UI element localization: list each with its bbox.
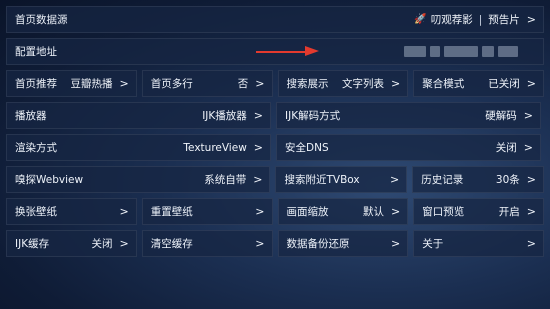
chevron-right-icon: > [119,205,129,218]
item-label: 画面缩放 [286,206,329,218]
item-label: 嗅探Webview [15,174,84,186]
item-value: 关闭 [495,142,517,154]
secure-dns-item[interactable]: 安全DNS 关闭 > [276,134,541,161]
item-label: 窗口预览 [422,206,465,218]
search-nearby-tvbox-item[interactable]: 搜索附近TVBox > [275,166,408,193]
item-value: 关闭 [91,238,113,250]
item-value: TextureView [183,141,247,154]
item-value: 文字列表 [342,78,385,90]
config-address-label: 配置地址 [15,46,57,58]
chevron-right-icon: > [255,237,265,250]
redacted-address-value [404,46,518,57]
item-label: 搜索附近TVBox [284,174,360,186]
item-label: 安全DNS [285,142,329,154]
item-value: 30条 [495,174,520,186]
data-backup-restore-item[interactable]: 数据备份还原 > [277,230,409,257]
chevron-right-icon: > [526,77,536,90]
chevron-right-icon: > [253,109,263,122]
item-label: 播放器 [15,110,47,122]
item-label: 关于 [422,238,444,250]
chevron-right-icon: > [390,173,400,186]
search-display-item[interactable]: 搜索展示 文字列表 > [277,70,409,97]
item-label: 数据备份还原 [286,238,350,250]
rocket-icon: 🚀 [414,14,427,25]
item-value: 开启 [498,206,520,218]
item-label: 首页多行 [150,78,193,90]
aggregate-mode-item[interactable]: 聚合模式 已关闭 > [413,70,544,97]
item-value: IJK播放器 [202,110,247,122]
window-preview-item[interactable]: 窗口预览 开启 > [413,198,544,225]
item-value: 默认 [363,206,385,218]
item-label: 渲染方式 [15,142,57,154]
item-label: IJK缓存 [15,238,50,250]
chevron-right-icon: > [119,237,129,250]
item-label: 清空缓存 [150,238,193,250]
annotation-arrow-icon [305,46,319,56]
home-data-source-value-b: 预告片 [488,14,520,26]
picture-scale-item[interactable]: 画面缩放 默认 > [277,198,409,225]
history-item[interactable]: 历史记录 30条 > [412,166,545,193]
home-data-source-label: 首页数据源 [15,14,68,26]
item-label: 换张壁纸 [15,206,57,218]
sniff-webview-item[interactable]: 嗅探Webview 系统自带 > [6,166,271,193]
home-multirow-item[interactable]: 首页多行 否 > [141,70,273,97]
item-label: 历史记录 [421,174,464,186]
chevron-right-icon: > [391,237,401,250]
chevron-right-icon: > [119,77,129,90]
ijk-cache-item[interactable]: IJK缓存 关闭 > [6,230,137,257]
chevron-right-icon: > [526,237,536,250]
chevron-right-icon: > [255,77,265,90]
chevron-right-icon: > [526,173,537,186]
item-label: 搜索展示 [286,78,329,90]
chevron-right-icon: > [523,141,533,154]
chevron-right-icon: > [253,141,263,154]
chevron-right-icon: > [253,173,263,186]
home-recommend-item[interactable]: 首页推荐 豆瓣热播 > [6,70,137,97]
item-value: 硬解码 [485,110,517,122]
home-data-source-value-a: 叨观荐影 [430,14,473,26]
value-separator: | [478,13,483,26]
reset-wallpaper-item[interactable]: 重置壁纸 > [141,198,273,225]
chevron-right-icon: > [255,205,265,218]
chevron-right-icon: > [391,205,401,218]
change-wallpaper-item[interactable]: 换张壁纸 > [6,198,137,225]
annotation-arrow-shaft [256,50,308,53]
chevron-right-icon: > [526,13,536,26]
chevron-right-icon: > [523,109,533,122]
item-value: 豆瓣热播 [70,78,113,90]
clear-cache-item[interactable]: 清空缓存 > [141,230,273,257]
item-value: 系统自带 [204,174,247,186]
settings-grid: 首页数据源 🚀 叨观荐影 | 预告片 > 配置地址 首页推荐 豆瓣热播 > 首页多… [6,6,545,262]
about-item[interactable]: 关于 > [413,230,544,257]
chevron-right-icon: > [526,205,536,218]
ijk-decode-item[interactable]: IJK解码方式 硬解码 > [276,102,541,129]
player-item[interactable]: 播放器 IJK播放器 > [6,102,271,129]
item-label: IJK解码方式 [285,110,341,122]
item-label: 重置壁纸 [150,206,193,218]
item-label: 聚合模式 [422,78,465,90]
item-value: 已关闭 [488,78,520,90]
item-value: 否 [237,78,249,90]
render-mode-item[interactable]: 渲染方式 TextureView > [6,134,271,161]
home-data-source-item[interactable]: 首页数据源 🚀 叨观荐影 | 预告片 > [6,6,544,33]
chevron-right-icon: > [391,77,401,90]
item-label: 首页推荐 [15,78,57,90]
